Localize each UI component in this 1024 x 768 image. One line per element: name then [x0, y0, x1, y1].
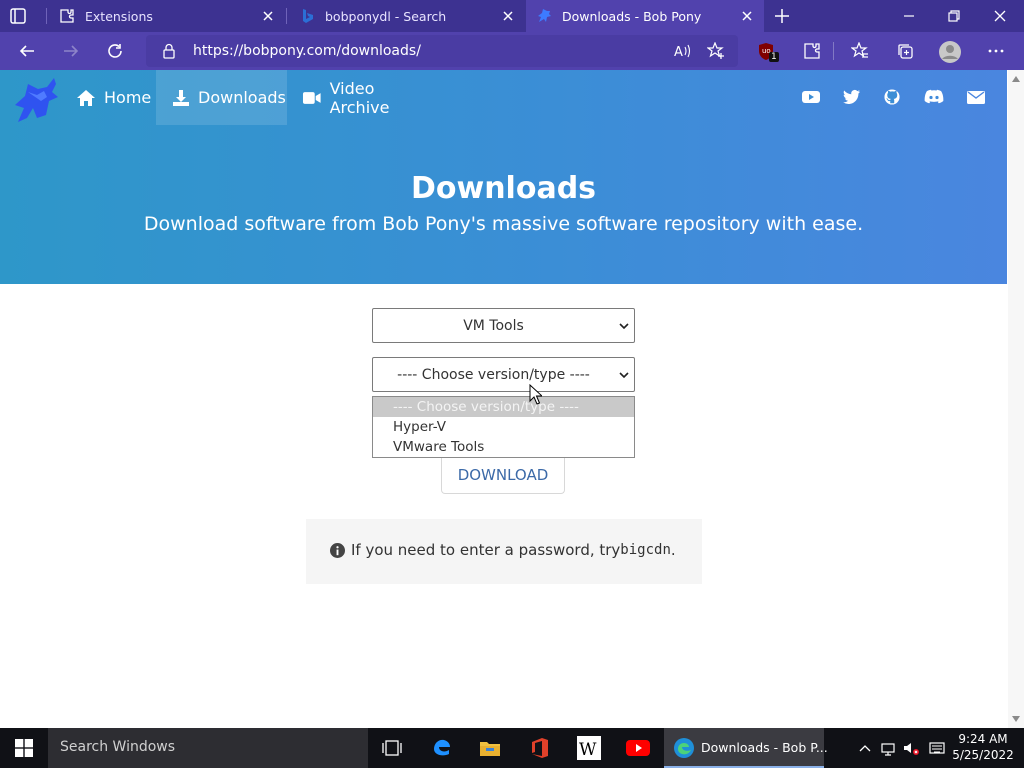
hint-text: If you need to enter a password, try — [351, 541, 621, 559]
twitter-icon[interactable] — [843, 89, 861, 105]
youtube-app-icon[interactable] — [626, 737, 650, 759]
category-select[interactable]: VM Tools — [372, 308, 635, 343]
extensions-icon[interactable] — [803, 42, 821, 60]
forward-icon[interactable] — [62, 42, 80, 60]
volume-muted-icon[interactable] — [903, 740, 919, 756]
edge-legacy-icon[interactable] — [431, 737, 453, 759]
clock-date: 5/25/2022 — [952, 748, 1014, 762]
github-icon[interactable] — [883, 89, 901, 105]
collections-icon[interactable] — [896, 42, 914, 60]
bing-search-icon — [303, 9, 313, 23]
tab-search[interactable]: bobponydl - Search — [287, 0, 525, 32]
version-dropdown-list: ---- Choose version/type ---- Hyper-V VM… — [372, 396, 635, 458]
profile-avatar-icon[interactable] — [938, 40, 962, 64]
windows-taskbar: Search Windows W Downloads - Bob P... 9:… — [0, 728, 1024, 768]
hero-banner: Home Downloads Video Archive Downloads D… — [0, 70, 1007, 284]
read-aloud-icon[interactable]: A — [673, 43, 691, 59]
keyboard-input-icon[interactable] — [929, 740, 945, 756]
extension-badge: 1 — [769, 52, 779, 62]
svg-text:A: A — [674, 45, 683, 59]
taskbar-search-box[interactable]: Search Windows — [48, 728, 368, 768]
password-hint: If you need to enter a password, try big… — [330, 541, 676, 559]
password-hint-box: If you need to enter a password, try big… — [306, 519, 702, 584]
mail-icon[interactable] — [967, 89, 985, 105]
hint-suffix: . — [670, 541, 676, 559]
youtube-icon[interactable] — [802, 89, 820, 105]
close-tab-icon[interactable] — [501, 9, 515, 23]
chevron-down-icon — [619, 323, 629, 330]
close-window-icon[interactable] — [992, 8, 1008, 24]
dropdown-option[interactable]: VMware Tools — [373, 437, 634, 457]
favorites-icon[interactable] — [851, 42, 869, 60]
close-tab-icon[interactable] — [740, 9, 754, 23]
nav-home-label: Home — [104, 88, 152, 107]
address-bar[interactable]: https://bobpony.com/downloads/ A — [146, 35, 738, 67]
info-circle-icon — [330, 542, 345, 558]
more-options-icon[interactable] — [987, 42, 1005, 60]
network-icon[interactable] — [880, 740, 896, 756]
dropdown-option[interactable]: Hyper-V — [373, 417, 634, 437]
nav-downloads-label: Downloads — [198, 88, 286, 107]
category-select-value: VM Tools — [463, 318, 524, 334]
bob-pony-logo-icon — [538, 9, 551, 22]
mouse-cursor-icon — [529, 384, 542, 405]
taskbar-search-placeholder: Search Windows — [60, 739, 176, 755]
taskbar-active-app-title: Downloads - Bob P... — [701, 740, 828, 755]
taskbar-edge-window[interactable]: Downloads - Bob P... — [664, 728, 828, 768]
tab-actions-icon[interactable] — [9, 7, 27, 25]
svg-text:W: W — [579, 740, 597, 760]
lock-icon[interactable] — [162, 43, 176, 59]
page-title: Downloads — [410, 171, 597, 206]
version-select[interactable]: ---- Choose version/type ---- — [372, 357, 635, 392]
office-icon[interactable] — [529, 737, 551, 759]
version-select-value: ---- Choose version/type ---- — [397, 367, 590, 383]
nav-video-archive[interactable]: Video Archive — [287, 70, 437, 125]
tab-label: Extensions — [85, 8, 153, 24]
restore-icon[interactable] — [946, 8, 962, 24]
file-explorer-icon[interactable] — [479, 737, 501, 759]
nav-home[interactable]: Home — [63, 70, 156, 125]
scroll-down-icon[interactable] — [1012, 716, 1020, 722]
clock-time: 9:24 AM — [958, 732, 1008, 746]
refresh-icon[interactable] — [106, 42, 124, 60]
task-view-icon[interactable] — [381, 737, 403, 759]
dropdown-option[interactable]: ---- Choose version/type ---- — [373, 397, 634, 417]
tab-downloads-bob-pony[interactable]: Downloads - Bob Pony — [526, 0, 764, 32]
video-camera-icon — [302, 91, 321, 104]
page-subtitle: Download software from Bob Pony's massiv… — [143, 213, 864, 235]
discord-icon[interactable] — [924, 89, 944, 105]
nav-video-archive-label: Video Archive — [329, 78, 390, 117]
page-scrollbar[interactable] — [1008, 70, 1024, 728]
toolbar-separator — [833, 42, 834, 60]
scroll-up-icon[interactable] — [1012, 76, 1020, 82]
ublock-extension-button[interactable]: uo 1 — [758, 42, 779, 62]
extensions-puzzle-icon — [60, 9, 74, 23]
hint-code: bigcdn — [620, 542, 671, 558]
download-button[interactable]: DOWNLOAD — [441, 456, 565, 494]
show-hidden-icons-icon[interactable] — [857, 740, 873, 756]
back-icon[interactable] — [18, 42, 36, 60]
close-tab-icon[interactable] — [261, 9, 275, 23]
tab-label: Downloads - Bob Pony — [562, 8, 702, 24]
new-tab-icon[interactable] — [774, 8, 790, 24]
home-icon — [77, 89, 95, 106]
bob-pony-logo-icon[interactable] — [12, 74, 62, 126]
windows-start-icon[interactable] — [15, 739, 33, 757]
download-icon — [173, 89, 189, 106]
tab-extensions[interactable]: Extensions — [47, 0, 285, 32]
wikipedia-icon[interactable]: W — [577, 736, 601, 760]
tab-label: bobponydl - Search — [325, 8, 447, 24]
webpage: Home Downloads Video Archive Downloads D… — [0, 70, 1008, 728]
minimize-icon[interactable] — [901, 8, 917, 24]
nav-downloads[interactable]: Downloads — [156, 70, 287, 125]
url-text[interactable]: https://bobpony.com/downloads/ — [193, 43, 421, 59]
system-clock[interactable]: 9:24 AM 5/25/2022 — [946, 731, 1020, 763]
chevron-down-icon — [619, 372, 629, 379]
browser-tab-strip: Extensions bobponydl - Search Downloads … — [0, 0, 1024, 32]
edge-icon — [674, 738, 694, 758]
add-favorite-icon[interactable] — [707, 42, 725, 60]
browser-toolbar: https://bobpony.com/downloads/ A uo 1 — [0, 32, 1024, 70]
